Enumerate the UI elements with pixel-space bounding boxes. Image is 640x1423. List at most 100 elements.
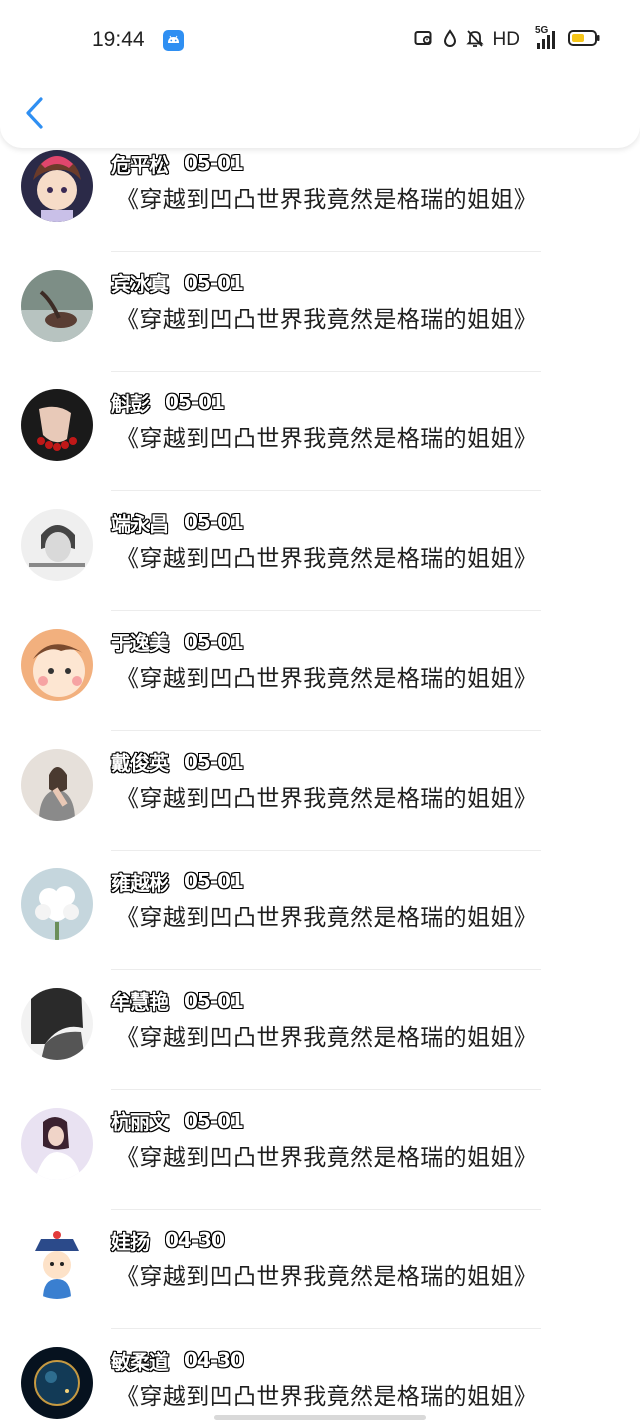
user-name[interactable]: 于逸美 [111, 627, 169, 656]
list-item[interactable]: 雍越彬 05-01 《穿越到凹凸世界我竟然是格瑞的姐姐》 [0, 868, 640, 988]
bw-portrait-avatar [21, 509, 93, 582]
item-meta: 娃扬 04-30 [111, 1226, 225, 1255]
divider [111, 969, 541, 971]
list-item[interactable]: 危平松 05-01 《穿越到凹凸世界我竟然是格瑞的姐姐》 [0, 150, 640, 270]
divider [111, 251, 541, 252]
post-date: 05-01 [184, 869, 244, 894]
item-meta: 杭丽文 05-01 [111, 1106, 244, 1135]
signal-icon: 5G [529, 25, 559, 51]
battery-icon [568, 29, 600, 51]
book-title[interactable]: 《穿越到凹凸世界我竟然是格瑞的姐姐》 [116, 659, 537, 693]
user-name[interactable]: 雍越彬 [111, 867, 169, 896]
book-title[interactable]: 《穿越到凹凸世界我竟然是格瑞的姐姐》 [116, 300, 537, 334]
book-title[interactable]: 《穿越到凹凸世界我竟然是格瑞的姐姐》 [116, 779, 537, 813]
back-button[interactable] [22, 95, 48, 131]
divider [111, 1088, 541, 1090]
post-date: 05-01 [184, 1108, 244, 1133]
item-meta: 宾冰真 05-01 [111, 268, 244, 297]
portrait-avatar [21, 748, 93, 821]
item-meta: 于逸美 05-01 [111, 627, 244, 656]
list-item[interactable]: 宾冰真 05-01 《穿越到凹凸世界我竟然是格瑞的姐姐》 [0, 268, 640, 390]
user-name[interactable]: 娃扬 [111, 1226, 150, 1255]
avatar[interactable] [21, 748, 93, 821]
status-icons: HD 5G [414, 25, 600, 52]
nfc-icon [414, 29, 434, 51]
item-meta: 斛彭 05-01 [111, 388, 225, 417]
user-name[interactable]: 斛彭 [111, 388, 150, 417]
cartoon-face-avatar [21, 628, 93, 701]
list-item[interactable]: 戴俊英 05-01 《穿越到凹凸世界我竟然是格瑞的姐姐》 [0, 747, 640, 869]
chevron-left-icon [26, 97, 43, 129]
divider [111, 610, 541, 612]
post-date: 05-01 [165, 390, 225, 415]
book-title[interactable]: 《穿越到凹凸世界我竟然是格瑞的姐姐》 [116, 419, 537, 453]
photo-avatar [21, 269, 93, 342]
divider [111, 1208, 541, 1210]
hand-bracelet-avatar [21, 389, 93, 462]
screen: 危平松 05-01 《穿越到凹凸世界我竟然是格瑞的姐姐》 宾冰真 05-01 《穿越到凹凸… [0, 0, 640, 1423]
avatar[interactable] [21, 1107, 93, 1180]
item-meta: 戴俊英 05-01 [111, 747, 244, 776]
item-meta: 端永昌 05-01 [111, 508, 244, 537]
list-item[interactable]: 端永昌 05-01 《穿越到凹凸世界我竟然是格瑞的姐姐》 [0, 509, 640, 629]
divider [111, 849, 541, 851]
mute-bell-icon [465, 29, 484, 52]
avatar[interactable] [21, 509, 93, 582]
android-app-icon [163, 30, 184, 51]
user-name[interactable]: 戴俊英 [111, 747, 169, 776]
list-item[interactable]: 于逸美 05-01 《穿越到凹凸世界我竟然是格瑞的姐姐》 [0, 627, 640, 749]
woman-photo-avatar [21, 1107, 93, 1180]
user-name[interactable]: 宾冰真 [111, 268, 169, 297]
divider [111, 490, 541, 492]
post-date: 05-01 [184, 988, 244, 1013]
status-time: 19:44 [92, 28, 145, 51]
book-title[interactable]: 《穿越到凹凸世界我竟然是格瑞的姐姐》 [116, 1257, 537, 1291]
anime-girl-avatar [21, 150, 93, 222]
item-meta: 牟慧艳 05-01 [111, 986, 244, 1015]
home-indicator[interactable] [214, 1415, 426, 1420]
user-name[interactable]: 危平松 [111, 149, 169, 178]
item-meta: 雍越彬 05-01 [111, 867, 244, 896]
avatar[interactable] [21, 1227, 93, 1300]
avatar[interactable] [21, 269, 93, 342]
user-name[interactable]: 牟慧艳 [111, 986, 169, 1015]
post-date: 05-01 [184, 151, 244, 175]
list-item[interactable]: 斛彭 05-01 《穿越到凹凸世界我竟然是格瑞的姐姐》 [0, 389, 640, 509]
book-title[interactable]: 《穿越到凹凸世界我竟然是格瑞的姐姐》 [116, 1377, 537, 1411]
post-date: 05-01 [184, 749, 244, 774]
list-item[interactable]: 杭丽文 05-01 《穿越到凹凸世界我竟然是格瑞的姐姐》 [0, 1106, 640, 1228]
avatar[interactable] [21, 389, 93, 462]
book-title[interactable]: 《穿越到凹凸世界我竟然是格瑞的姐姐》 [116, 898, 537, 932]
avatar[interactable] [21, 628, 93, 701]
avatar[interactable] [21, 987, 93, 1060]
user-name[interactable]: 端永昌 [111, 508, 169, 537]
item-meta: 敏柔道 04-30 [111, 1346, 244, 1375]
avatar[interactable] [21, 1347, 93, 1419]
post-date: 05-01 [184, 629, 244, 654]
silhouette-avatar [21, 987, 93, 1060]
book-title[interactable]: 《穿越到凹凸世界我竟然是格瑞的姐姐》 [116, 180, 537, 214]
post-date: 04-30 [165, 1228, 225, 1253]
list-item[interactable]: 敏柔道 04-30 《穿越到凹凸世界我竟然是格瑞的姐姐》 [0, 1347, 640, 1423]
divider [111, 1328, 541, 1330]
book-title[interactable]: 《穿越到凹凸世界我竟然是格瑞的姐姐》 [116, 539, 537, 573]
water-drop-icon [443, 28, 457, 52]
book-title[interactable]: 《穿越到凹凸世界我竟然是格瑞的姐姐》 [116, 1138, 537, 1172]
book-title[interactable]: 《穿越到凹凸世界我竟然是格瑞的姐姐》 [116, 1018, 537, 1052]
divider [111, 370, 541, 372]
post-date: 05-01 [184, 510, 244, 535]
item-meta: 危平松 05-01 [111, 149, 244, 178]
user-name[interactable]: 杭丽文 [111, 1106, 169, 1135]
cartoon-official-avatar [21, 1227, 93, 1300]
network-hd-label: HD [492, 29, 520, 50]
avatar[interactable] [21, 868, 93, 941]
list-item[interactable]: 牟慧艳 05-01 《穿越到凹凸世界我竟然是格瑞的姐姐》 [0, 986, 640, 1108]
post-date: 04-30 [184, 1348, 244, 1372]
list-item[interactable]: 娃扬 04-30 《穿越到凹凸世界我竟然是格瑞的姐姐》 [0, 1227, 640, 1347]
white-flowers-avatar [21, 868, 93, 941]
header-bar: 19:44 HD 5G [0, 0, 640, 148]
user-name[interactable]: 敏柔道 [111, 1346, 169, 1375]
avatar[interactable] [21, 150, 93, 222]
divider [111, 729, 541, 731]
post-date: 05-01 [184, 270, 244, 295]
